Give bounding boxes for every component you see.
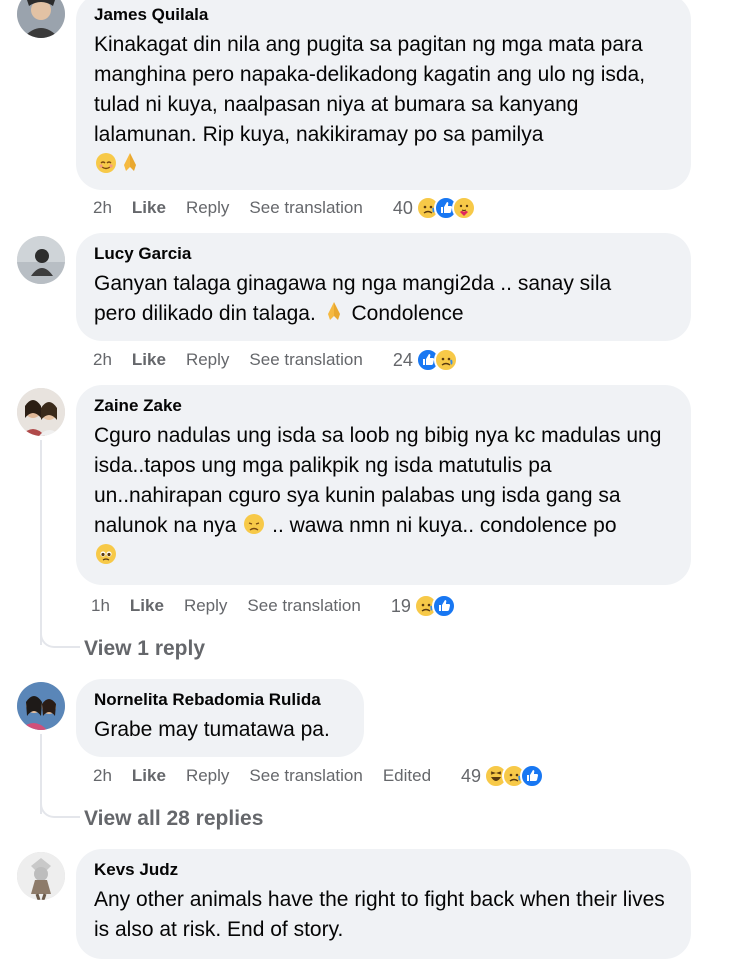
comment-time[interactable]: 2h: [93, 350, 112, 370]
see-translation-link[interactable]: See translation: [247, 596, 360, 616]
comment-text: Grabe may tumatawa pa.: [94, 715, 346, 745]
reply-button[interactable]: Reply: [186, 198, 229, 218]
like-reaction-icon: [520, 764, 545, 788]
avatar[interactable]: [17, 682, 65, 730]
comment-time[interactable]: 1h: [91, 596, 110, 616]
reaction-summary[interactable]: 19: [391, 594, 456, 618]
like-reaction-icon: [431, 594, 456, 618]
avatar[interactable]: [17, 852, 65, 900]
comment-time[interactable]: 2h: [93, 766, 112, 786]
relieved-face-emoji-icon: [96, 153, 116, 173]
comment-author[interactable]: Kevs Judz: [94, 859, 673, 881]
edited-label: Edited: [382, 766, 432, 785]
comment-actions: 2h Like Reply See translation 24: [93, 346, 458, 374]
pleading-face-emoji-icon: [96, 544, 116, 564]
like-button[interactable]: Like: [130, 596, 164, 616]
see-translation-link[interactable]: See translation: [249, 350, 362, 370]
comment-body: Any other animals have the right to figh…: [94, 888, 665, 941]
comment-body: Grabe may tumatawa pa.: [94, 718, 330, 741]
like-button[interactable]: Like: [132, 350, 166, 370]
comment-bubble: James Quilala Kinakagat din nila ang pug…: [76, 0, 691, 190]
see-translation-link[interactable]: See translation: [249, 766, 362, 786]
thread-connector-hook: [40, 630, 80, 648]
reaction-count: 19: [390, 595, 411, 616]
comment-bubble: Zaine Zake Cguro nadulas ung isda sa loo…: [76, 385, 691, 585]
comment-text: Cguro nadulas ung isda sa loob ng bibig …: [94, 421, 673, 571]
comment-bubble: Nornelita Rebadomia Rulida Grabe may tum…: [76, 679, 364, 757]
comment-text: Kinakagat din nila ang pugita sa pagitan…: [94, 30, 673, 182]
comment-author[interactable]: Zaine Zake: [94, 395, 673, 417]
reaction-count: 40: [392, 197, 413, 218]
thread-connector-hook: [40, 800, 80, 818]
reply-button[interactable]: Reply: [186, 350, 229, 370]
thread-connector: [40, 440, 42, 645]
see-translation-link[interactable]: See translation: [249, 198, 362, 218]
comment-bubble: Kevs Judz Any other animals have the rig…: [76, 849, 691, 959]
reaction-summary[interactable]: 49: [461, 764, 545, 788]
comment-actions: 2h Like Reply See translation Edited 49: [93, 762, 545, 790]
reply-button[interactable]: Reply: [186, 766, 229, 786]
sad-reaction-icon: [433, 348, 458, 372]
disappointed-face-emoji-icon: [244, 514, 265, 534]
comment-author[interactable]: James Quilala: [94, 4, 673, 26]
comment-body: Kinakagat din nila ang pugita sa pagitan…: [94, 33, 646, 146]
comment-actions: 1h Like Reply See translation 19: [91, 592, 456, 620]
view-replies-link[interactable]: View all 28 replies: [84, 807, 263, 831]
comment-body-tail: .. wawa nmn ni kuya.. condolence po: [272, 514, 617, 537]
like-button[interactable]: Like: [132, 198, 166, 218]
reaction-count: 49: [461, 765, 482, 786]
care-reaction-icon: [451, 196, 476, 220]
comment-body-tail: Condolence: [351, 302, 464, 325]
comment-author[interactable]: Nornelita Rebadomia Rulida: [94, 689, 346, 711]
reaction-summary[interactable]: 40: [393, 196, 476, 220]
avatar[interactable]: [17, 0, 65, 38]
comment-text: Ganyan talaga ginagawa ng nga mangi2da .…: [94, 269, 654, 331]
comment-actions: 2h Like Reply See translation 40: [93, 194, 476, 222]
comment-time[interactable]: 2h: [93, 198, 112, 218]
reaction-count: 24: [392, 349, 413, 370]
reaction-summary[interactable]: 24: [393, 348, 458, 372]
comment-bubble: Lucy Garcia Ganyan talaga ginagawa ng ng…: [76, 233, 691, 341]
avatar[interactable]: [17, 388, 65, 436]
comment-text: Any other animals have the right to figh…: [94, 885, 684, 945]
like-button[interactable]: Like: [132, 766, 166, 786]
comment-author[interactable]: Lucy Garcia: [94, 243, 673, 265]
view-replies-link[interactable]: View 1 reply: [84, 637, 205, 661]
avatar[interactable]: [17, 236, 65, 284]
folded-hands-emoji-icon: [324, 300, 344, 331]
folded-hands-emoji-icon: [120, 151, 140, 182]
reply-button[interactable]: Reply: [184, 596, 227, 616]
